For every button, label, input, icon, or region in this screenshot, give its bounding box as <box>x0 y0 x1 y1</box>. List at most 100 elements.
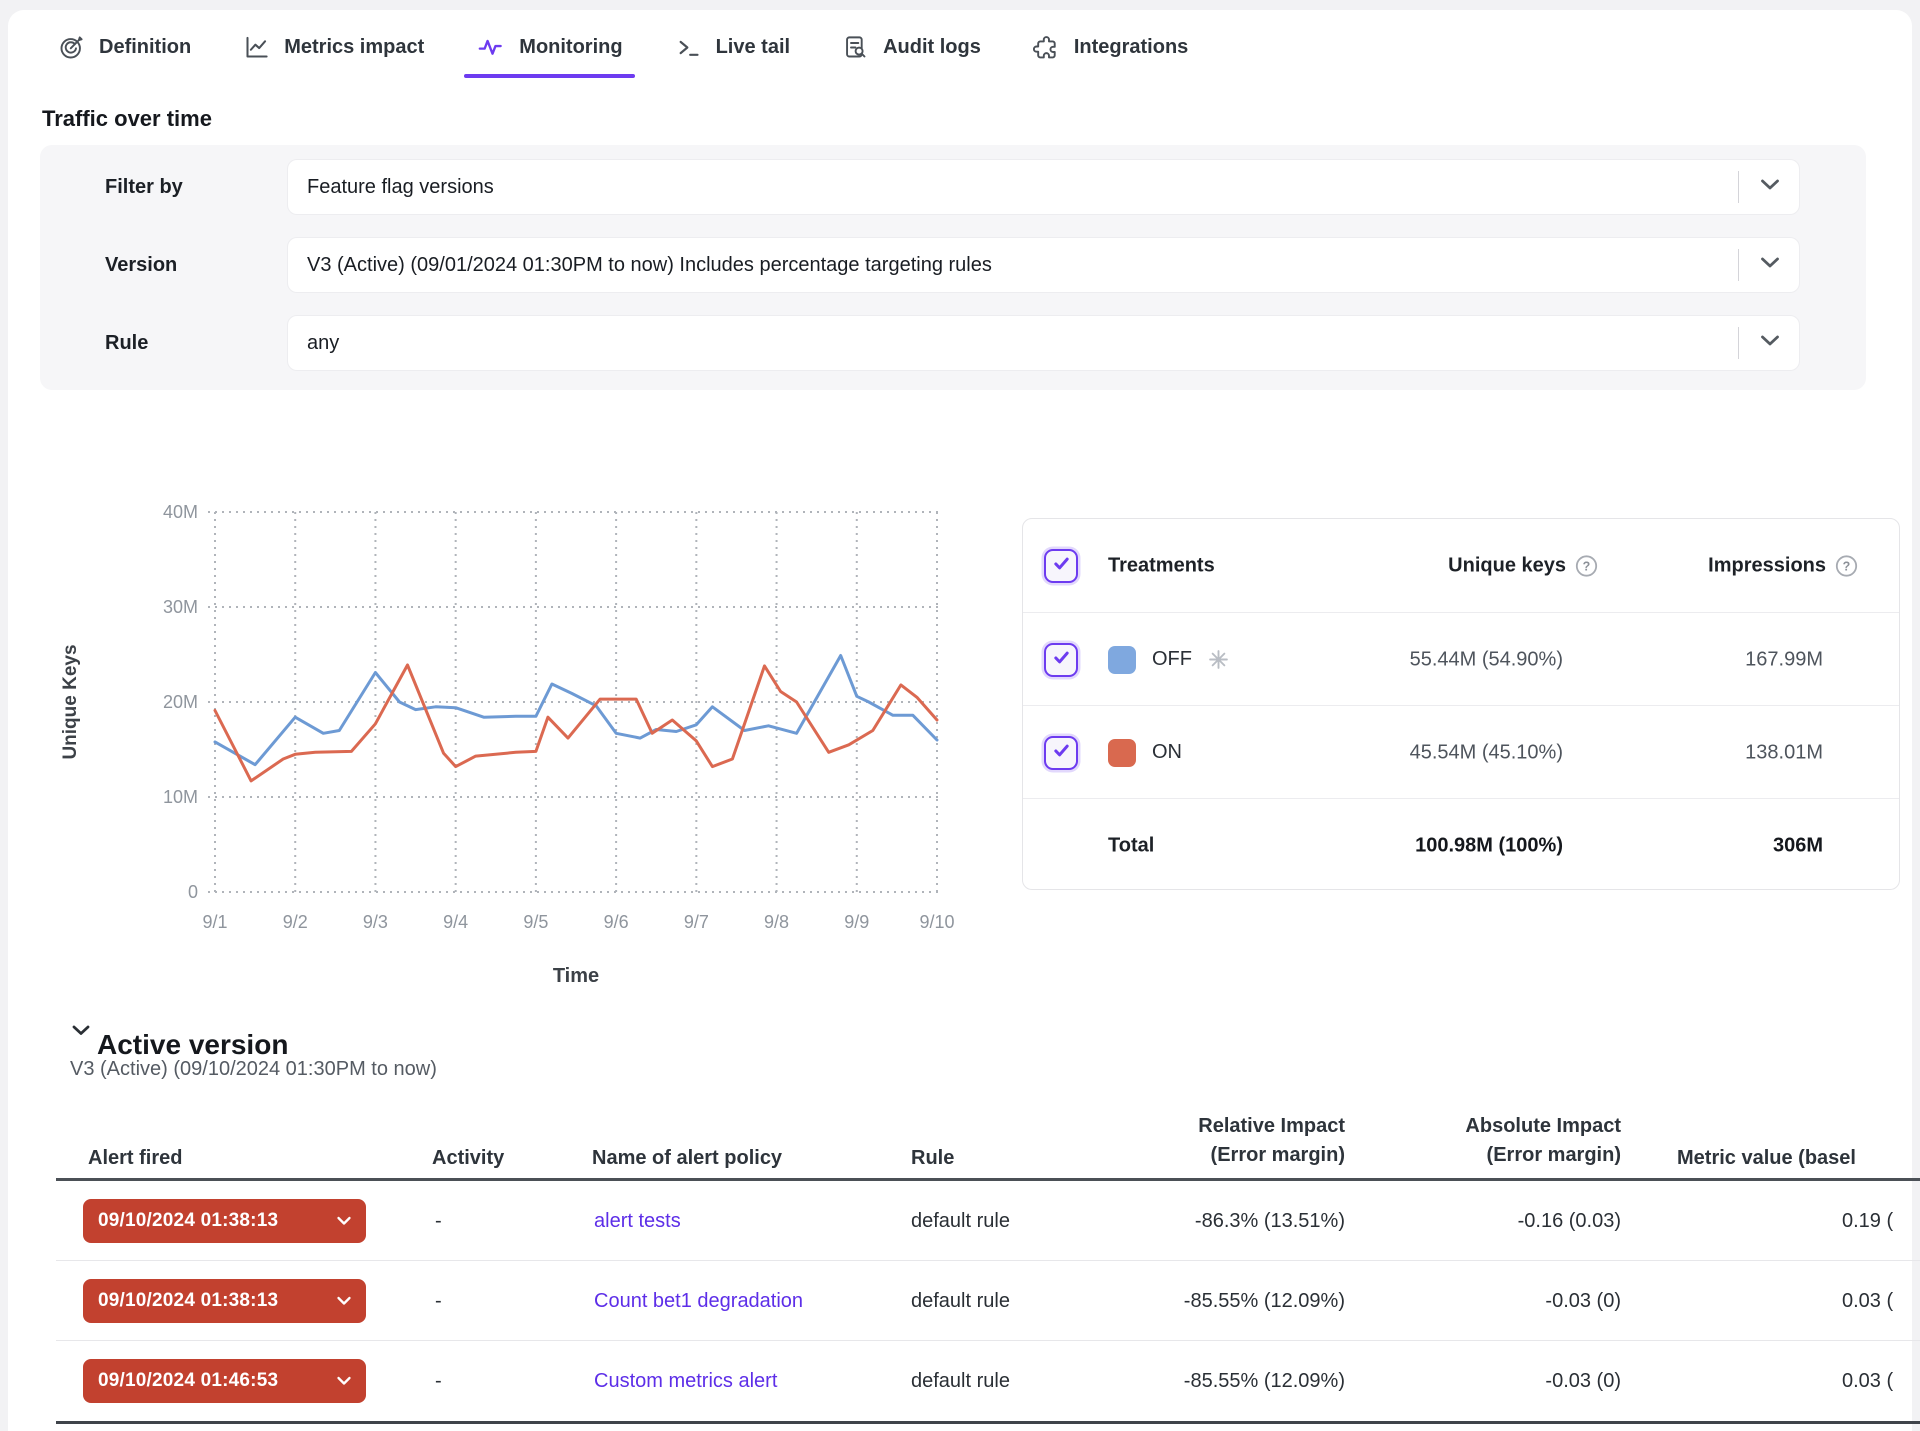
alert-rule-cell: default rule <box>911 1287 1010 1315</box>
header-divider <box>56 1178 1920 1181</box>
alert-policy-link[interactable]: Custom metrics alert <box>594 1367 777 1395</box>
x-axis-title: Time <box>553 965 599 987</box>
treatment-checkbox[interactable] <box>1044 549 1078 583</box>
svg-text:?: ? <box>1843 559 1851 573</box>
treatment-label: ON <box>1152 741 1182 764</box>
x-tick-label: 9/7 <box>684 912 709 932</box>
check-icon <box>1051 553 1072 579</box>
tab-integrations[interactable]: Integrations <box>1033 20 1188 74</box>
row-separator <box>56 1340 1920 1341</box>
divider <box>1738 171 1739 203</box>
help-icon[interactable]: ? <box>1575 554 1598 577</box>
treatments-table: Treatments Unique keys? Impressions? OFF 55.… <box>1022 518 1900 890</box>
alert-fired-badge[interactable]: 09/10/2024 01:38:13 <box>83 1279 366 1323</box>
y-tick-label: 40M <box>163 502 198 522</box>
x-tick-label: 9/9 <box>844 912 869 932</box>
tab-monitoring[interactable]: Monitoring <box>476 20 622 74</box>
y-tick-label: 30M <box>163 597 198 617</box>
treatments-column-header: Treatments <box>1108 554 1215 577</box>
treatment-checkbox[interactable] <box>1044 736 1078 770</box>
tab-label: Live tail <box>716 36 790 59</box>
alert-metric-value-cell: 0.19 ( <box>1842 1207 1893 1235</box>
alert-fired-badge[interactable]: 09/10/2024 01:46:53 <box>83 1359 366 1403</box>
alert-fired-time: 09/10/2024 01:38:13 <box>98 1290 278 1312</box>
treatment-label: OFF <box>1152 648 1192 671</box>
unique-keys-column-header: Unique keys? <box>1448 554 1598 577</box>
x-tick-label: 9/10 <box>919 912 954 932</box>
alerts-column-header: Absolute Impact (Error margin) <box>1321 1112 1621 1170</box>
filter-row-rule: Rule any <box>40 315 1866 371</box>
tab-label: Audit logs <box>883 36 981 59</box>
alert-fired-time: 09/10/2024 01:46:53 <box>98 1370 278 1392</box>
version-select[interactable]: V3 (Active) (09/01/2024 01:30PM to now) … <box>287 237 1800 293</box>
check-icon <box>1051 740 1072 766</box>
tab-definition[interactable]: Definition <box>58 20 191 74</box>
alert-fired-badge[interactable]: 09/10/2024 01:38:13 <box>83 1199 366 1243</box>
impressions-header-label: Impressions <box>1708 554 1826 577</box>
alerts-column-header: Rule <box>911 1144 954 1173</box>
alert-metric-value-cell: 0.03 ( <box>1842 1367 1893 1395</box>
alerts-column-header: Name of alert policy <box>592 1144 782 1173</box>
help-icon[interactable]: ? <box>1835 554 1858 577</box>
metrics-impact-icon <box>243 34 270 61</box>
y-tick-label: 0 <box>188 882 198 902</box>
x-tick-label: 9/4 <box>443 912 468 932</box>
tab-live-tail[interactable]: Live tail <box>675 20 790 74</box>
treatment-row-on: ON45.54M (45.10%)138.01M <box>1023 706 1899 799</box>
tab-label: Monitoring <box>519 36 622 59</box>
alert-relative-impact-cell: -85.55% (12.09%) <box>1045 1287 1345 1315</box>
alert-activity-cell: - <box>435 1367 442 1395</box>
active-version-title: Active version <box>97 1029 288 1061</box>
live-tail-icon <box>675 34 702 61</box>
row-separator <box>56 1260 1920 1261</box>
alert-relative-impact-cell: -85.55% (12.09%) <box>1045 1367 1345 1395</box>
filter-by-select[interactable]: Feature flag versions <box>287 159 1800 215</box>
filter-row-version: Version V3 (Active) (09/01/2024 01:30PM t… <box>40 237 1866 293</box>
rule-select[interactable]: any <box>287 315 1800 371</box>
badge-chevron-down-icon <box>336 1376 352 1386</box>
selected-value: Feature flag versions <box>307 160 494 214</box>
x-tick-label: 9/8 <box>764 912 789 932</box>
unique-keys-value: 55.44M (54.90%) <box>1410 648 1563 671</box>
tab-audit-logs[interactable]: Audit logs <box>842 20 981 74</box>
alert-rule-cell: default rule <box>911 1207 1010 1235</box>
treatments-total-row: Total100.98M (100%)306M <box>1023 799 1899 892</box>
alerts-column-header: Relative Impact (Error margin) <box>1045 1112 1345 1170</box>
treatment-color-swatch <box>1108 646 1136 674</box>
alert-policy-link[interactable]: alert tests <box>594 1207 681 1235</box>
integrations-icon <box>1033 34 1060 61</box>
alert-relative-impact-cell: -86.3% (13.51%) <box>1045 1207 1345 1235</box>
total-unique-keys-value: 100.98M (100%) <box>1415 834 1563 857</box>
alerts-column-header: Metric value (basel <box>1677 1144 1856 1173</box>
alert-policy-link[interactable]: Count bet1 degradation <box>594 1287 803 1315</box>
x-tick-label: 9/6 <box>604 912 629 932</box>
treatments-header-label: Treatments <box>1108 554 1215 577</box>
tab-label: Integrations <box>1074 36 1188 59</box>
x-tick-label: 9/3 <box>363 912 388 932</box>
unique-keys-value: 45.54M (45.10%) <box>1410 741 1563 764</box>
x-tick-label: 9/5 <box>523 912 548 932</box>
filter-label: Filter by <box>105 159 183 215</box>
check-icon <box>1051 647 1072 673</box>
tab-label: Definition <box>99 36 191 59</box>
definition-icon <box>58 34 85 61</box>
tab-bar: Definition Metrics impact Monitoring Live t… <box>58 20 1188 74</box>
chevron-down-icon <box>1759 256 1781 274</box>
filter-label: Version <box>105 237 177 293</box>
alert-rule-cell: default rule <box>911 1367 1010 1395</box>
treatments-header-row: Treatments Unique keys? Impressions? <box>1023 519 1899 612</box>
alert-absolute-impact-cell: -0.16 (0.03) <box>1321 1207 1621 1235</box>
active-version-subtitle: V3 (Active) (09/10/2024 01:30PM to now) <box>70 1058 437 1081</box>
chevron-down-icon <box>1759 334 1781 352</box>
filter-label: Rule <box>105 315 148 371</box>
badge-chevron-down-icon <box>336 1216 352 1226</box>
tab-metrics-impact[interactable]: Metrics impact <box>243 20 424 74</box>
filter-row-filter-by: Filter by Feature flag versions <box>40 159 1866 215</box>
alert-activity-cell: - <box>435 1287 442 1315</box>
active-version-collapse-chevron-icon[interactable] <box>70 1024 92 1042</box>
treatment-color-swatch <box>1108 739 1136 767</box>
unique-keys-header-label: Unique keys <box>1448 554 1566 577</box>
alerts-column-header: Activity <box>432 1144 504 1173</box>
treatment-checkbox[interactable] <box>1044 643 1078 677</box>
y-tick-label: 20M <box>163 692 198 712</box>
